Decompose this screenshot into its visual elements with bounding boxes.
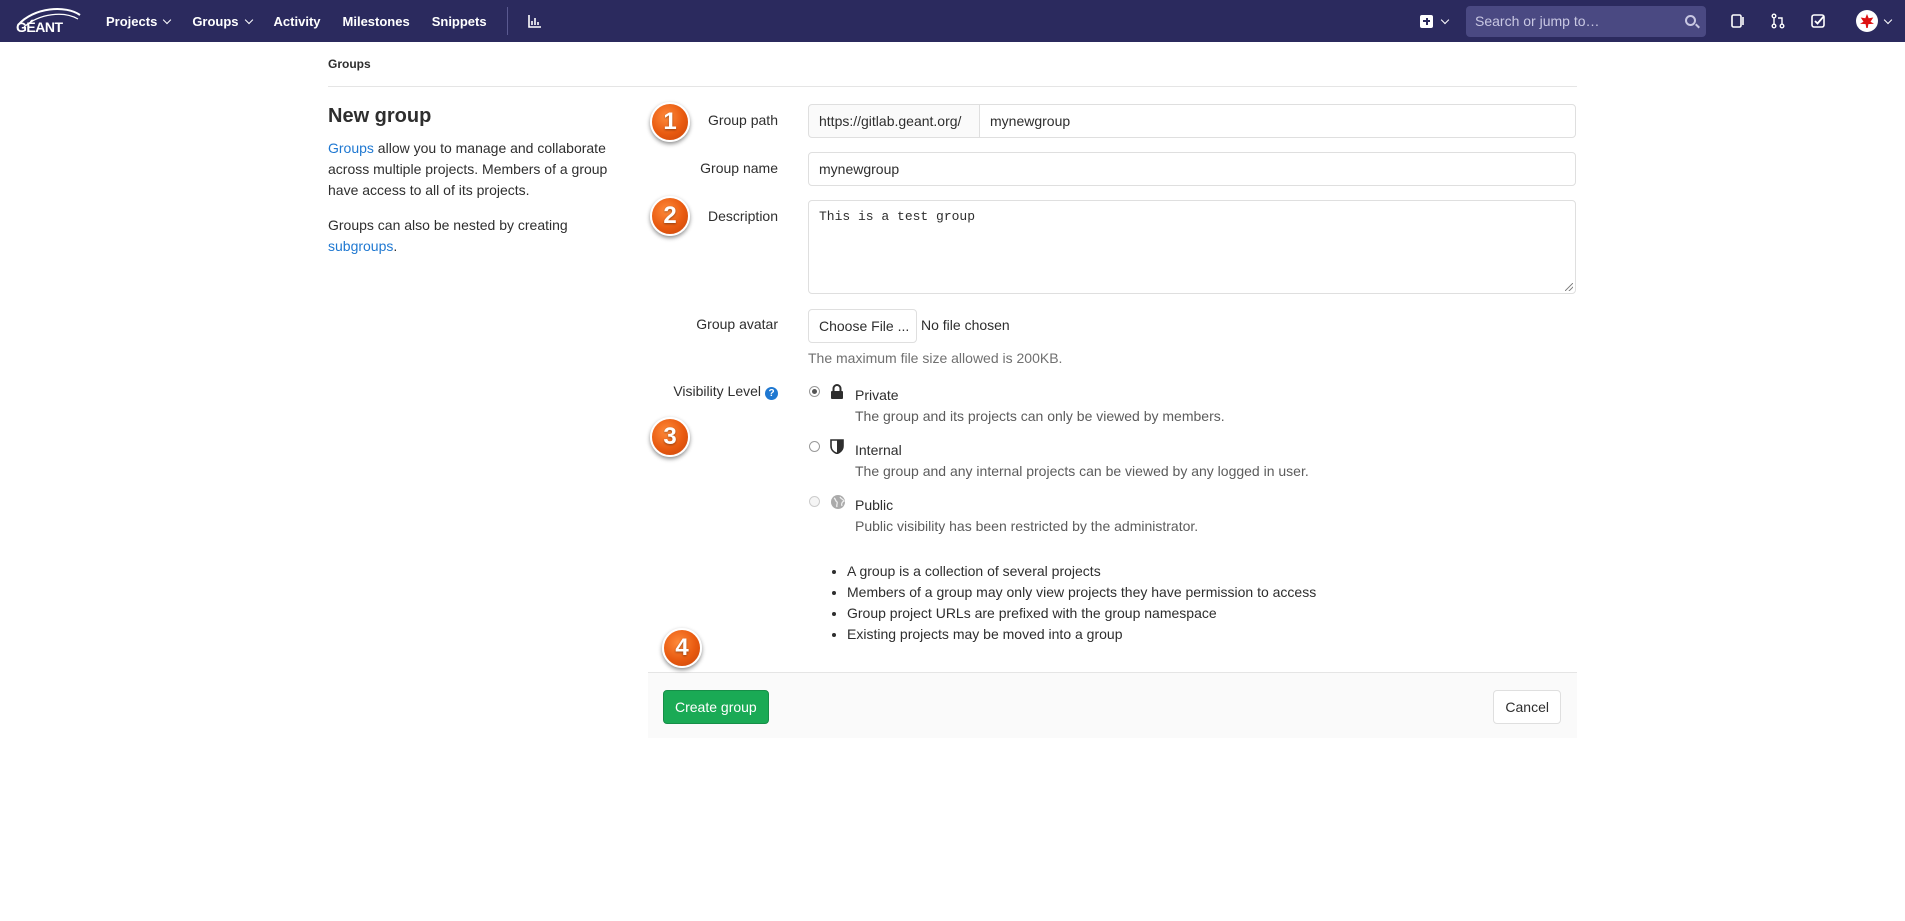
step-badge-2: 2 bbox=[650, 196, 690, 236]
group-name-input[interactable]: mynewgroup bbox=[808, 152, 1576, 186]
description-textarea[interactable]: This is a test group bbox=[808, 200, 1576, 294]
nav-right bbox=[1420, 0, 1893, 42]
list-item: Members of a group may only view project… bbox=[847, 582, 1316, 603]
chevron-down-icon bbox=[163, 15, 172, 24]
group-avatar-label: Group avatar bbox=[696, 316, 778, 332]
resize-handle-icon[interactable] bbox=[1565, 283, 1573, 291]
description-text: This is a test group bbox=[819, 209, 976, 224]
user-avatar[interactable] bbox=[1856, 10, 1878, 32]
breadcrumb[interactable]: Groups bbox=[328, 57, 371, 71]
visibility-private-radio[interactable] bbox=[809, 386, 820, 397]
top-navbar: GÉANT Projects Groups Activity Milestone… bbox=[0, 0, 1905, 42]
search-icon bbox=[1685, 14, 1696, 26]
step-badge-1: 1 bbox=[650, 102, 690, 142]
visibility-public-radio bbox=[809, 496, 820, 507]
search-box[interactable] bbox=[1466, 5, 1706, 37]
list-item: Group project URLs are prefixed with the… bbox=[847, 603, 1316, 624]
nav-groups[interactable]: Groups bbox=[192, 14, 253, 29]
logo-text: GÉANT bbox=[16, 19, 63, 35]
groups-help-link[interactable]: Groups bbox=[328, 140, 374, 156]
todos-nav-button[interactable] bbox=[1810, 13, 1826, 29]
nav-analytics[interactable] bbox=[527, 14, 542, 28]
group-path-prefix: https://gitlab.geant.org/ bbox=[808, 104, 980, 138]
nav-milestones[interactable]: Milestones bbox=[343, 14, 410, 29]
list-item: A group is a collection of several proje… bbox=[847, 561, 1316, 582]
visibility-private-title[interactable]: Private bbox=[855, 387, 899, 403]
group-name-label: Group name bbox=[700, 160, 778, 176]
issues-nav-button[interactable] bbox=[1730, 13, 1746, 29]
visibility-internal-title[interactable]: Internal bbox=[855, 442, 902, 458]
step-badge-4: 4 bbox=[662, 628, 702, 668]
form-actions: Create group Cancel bbox=[648, 672, 1577, 738]
create-group-button[interactable]: Create group bbox=[663, 690, 769, 724]
file-status: No file chosen bbox=[921, 317, 1010, 333]
visibility-internal-desc: The group and any internal projects can … bbox=[855, 463, 1309, 479]
nav-projects[interactable]: Projects bbox=[106, 14, 172, 29]
group-path-input[interactable]: mynewgroup bbox=[979, 104, 1576, 138]
geant-logo[interactable]: GÉANT bbox=[14, 5, 84, 37]
merge-request-icon bbox=[1771, 13, 1785, 29]
intro-paragraph-1: Groups allow you to manage and collabora… bbox=[328, 140, 608, 198]
todo-check-icon bbox=[1811, 14, 1825, 28]
cancel-button[interactable]: Cancel bbox=[1493, 690, 1561, 724]
list-item: Existing projects may be moved into a gr… bbox=[847, 624, 1316, 645]
chevron-down-icon bbox=[244, 15, 253, 24]
visibility-internal-radio[interactable] bbox=[809, 441, 820, 452]
chevron-down-icon[interactable] bbox=[1883, 15, 1893, 24]
nav-divider bbox=[506, 7, 508, 35]
search-input[interactable] bbox=[1475, 13, 1675, 29]
nav-links: Projects Groups Activity Milestones Snip… bbox=[106, 0, 564, 42]
issues-icon bbox=[1731, 14, 1744, 28]
visibility-public-title: Public bbox=[855, 497, 894, 513]
chevron-down-icon bbox=[1440, 15, 1450, 24]
shield-icon bbox=[830, 439, 844, 454]
new-item-dropdown[interactable] bbox=[1420, 14, 1450, 28]
visibility-public-desc: Public visibility has been restricted by… bbox=[855, 518, 1199, 534]
page-title: New group bbox=[328, 105, 432, 127]
intro-paragraph-2: Groups can also be nested by creating su… bbox=[328, 217, 568, 254]
visibility-private-desc: The group and its projects can only be v… bbox=[855, 408, 1225, 424]
intro-panel: New group Groups allow you to manage and… bbox=[328, 105, 618, 271]
merge-requests-nav-button[interactable] bbox=[1770, 13, 1786, 29]
chart-icon bbox=[527, 15, 541, 28]
lock-icon bbox=[831, 384, 843, 399]
group-info-list: A group is a collection of several proje… bbox=[847, 561, 1316, 645]
nav-snippets[interactable]: Snippets bbox=[432, 14, 487, 29]
avatar-size-hint: The maximum file size allowed is 200KB. bbox=[808, 350, 1063, 366]
subgroups-help-link[interactable]: subgroups bbox=[328, 238, 393, 254]
globe-icon bbox=[831, 495, 845, 509]
nav-activity[interactable]: Activity bbox=[274, 14, 321, 29]
step-badge-3: 3 bbox=[650, 417, 690, 457]
choose-file-button[interactable]: Choose File ... bbox=[808, 309, 917, 343]
plus-square-icon bbox=[1420, 14, 1433, 28]
breadcrumb-divider bbox=[328, 86, 1577, 87]
visibility-level-label: Visibility Level? bbox=[598, 383, 778, 400]
help-question-icon[interactable]: ? bbox=[765, 387, 778, 400]
